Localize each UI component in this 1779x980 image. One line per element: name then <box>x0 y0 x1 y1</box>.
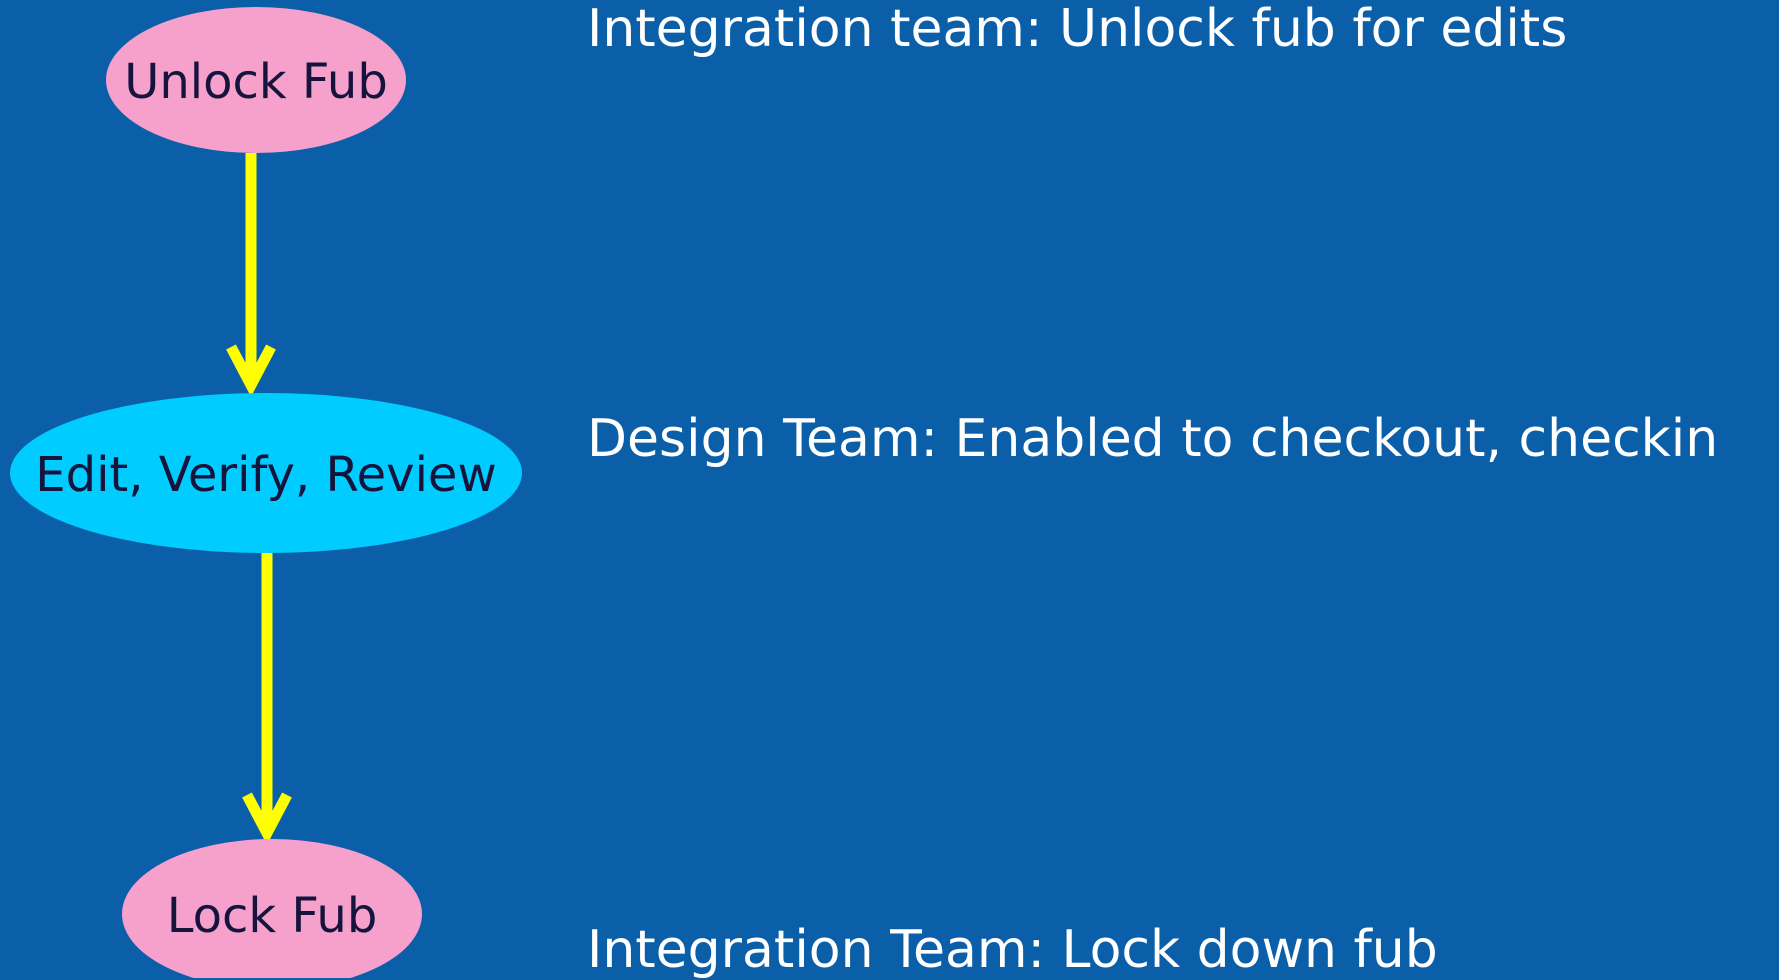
flow-diagram: Unlock Fub Edit, Verify, Review Lock Fub <box>10 7 522 978</box>
arrow-edit-to-lock <box>242 553 292 845</box>
node-unlock-fub-label: Unlock Fub <box>124 54 388 110</box>
arrow-unlock-to-edit <box>226 153 276 397</box>
description-edit-step: Design Team: Enabled to checkout, checki… <box>587 409 1719 469</box>
node-lock-fub: Lock Fub <box>122 839 422 978</box>
node-lock-fub-label: Lock Fub <box>167 888 378 944</box>
node-unlock-fub: Unlock Fub <box>106 7 406 153</box>
description-unlock-step: Integration team: Unlock fub for edits <box>587 0 1568 59</box>
node-edit-verify-review: Edit, Verify, Review <box>10 393 522 553</box>
node-edit-verify-review-label: Edit, Verify, Review <box>35 447 496 503</box>
description-lock-step: Integration Team: Lock down fub <box>587 920 1438 980</box>
